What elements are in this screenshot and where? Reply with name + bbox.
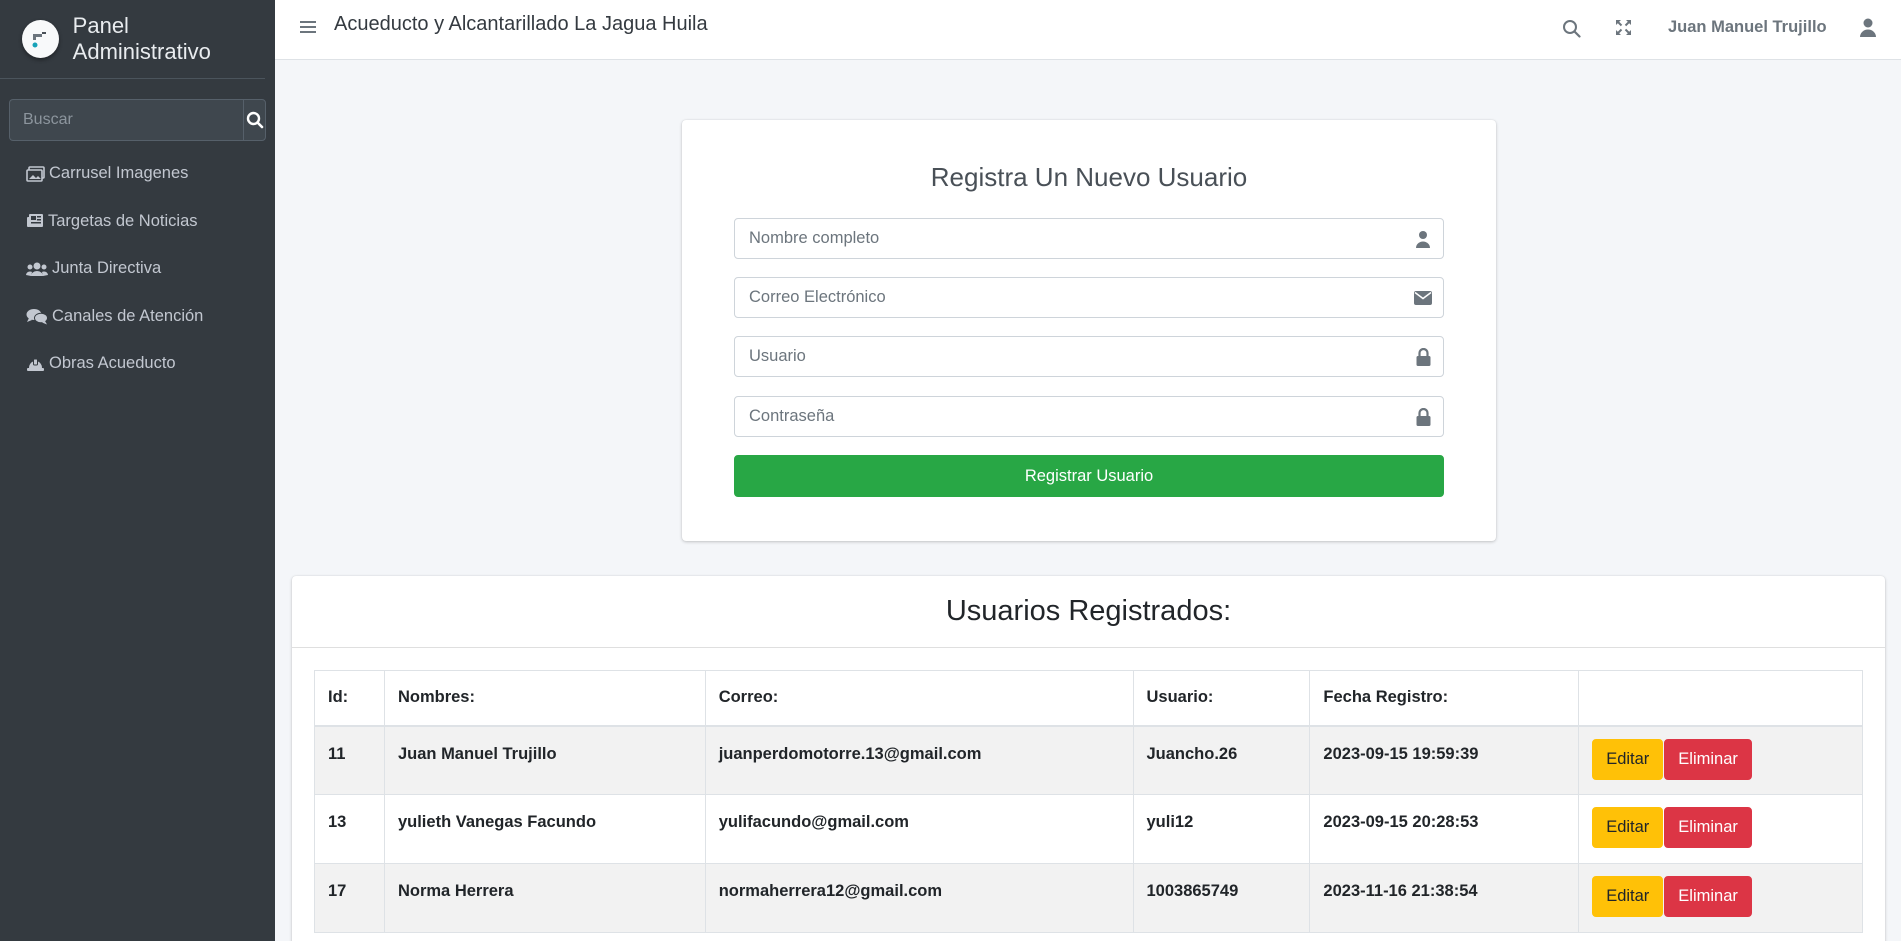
expand-icon [1616, 20, 1631, 35]
password-input[interactable] [735, 397, 1403, 436]
password-field [734, 396, 1444, 437]
user-menu-button[interactable] [1860, 18, 1876, 42]
cell-actions: Editar Eliminar [1578, 863, 1863, 933]
comments-icon [26, 308, 48, 325]
cell-user: yuli12 [1132, 794, 1311, 864]
cell-user: 1003865749 [1132, 863, 1311, 933]
hamburger-icon [300, 21, 316, 33]
cell-id: 13 [314, 794, 385, 864]
cell-date: 2023-11-16 21:38:54 [1309, 863, 1580, 933]
users-icon [26, 262, 48, 276]
fullscreen-button[interactable] [1615, 19, 1632, 41]
sidebar-item-label: Junta Directiva [52, 259, 162, 278]
full-name-field [734, 218, 1444, 259]
cell-email: yulifacundo@gmail.com [704, 794, 1134, 864]
column-header-email: Correo: [704, 670, 1134, 727]
search-icon [246, 111, 263, 129]
cell-name: yulieth Vanegas Facundo [383, 794, 706, 864]
registered-users-card: Usuarios Registrados: Id: Nombres: Corre… [292, 576, 1885, 941]
sidebar-search-input[interactable] [9, 99, 243, 141]
sidebar-item-label: Carrusel Imagenes [49, 164, 189, 183]
brand-text: Panel Administrativo [72, 13, 211, 64]
user-icon [1860, 18, 1876, 37]
sidebar-item-obras[interactable]: Obras Acueducto [0, 340, 275, 388]
lock-icon [1403, 407, 1443, 426]
sidebar: Panel Administrativo Carrusel Imagenes T… [0, 0, 275, 941]
column-header-date: Fecha Registro: [1309, 670, 1580, 727]
cell-date: 2023-09-15 19:59:39 [1309, 725, 1580, 795]
users-title: Usuarios Registrados: [292, 576, 1885, 648]
edit-button[interactable]: Editar [1592, 807, 1664, 848]
table-header-row: Id: Nombres: Correo: Usuario: Fecha Regi… [314, 670, 1863, 727]
register-title: Registra Un Nuevo Usuario [930, 162, 1248, 192]
cell-name: Norma Herrera [383, 863, 706, 933]
navbar-user-name[interactable]: Juan Manuel Trujillo [1668, 18, 1827, 37]
register-user-button[interactable]: Registrar Usuario [734, 455, 1444, 497]
column-header-user: Usuario: [1132, 670, 1311, 727]
register-user-card: Registra Un Nuevo Usuario Registrar Usua… [682, 120, 1496, 541]
navbar-search-button[interactable] [1562, 19, 1581, 43]
column-header-actions [1578, 670, 1863, 727]
top-navbar: Acueducto y Alcantarillado La Jagua Huil… [275, 0, 1901, 60]
full-name-input[interactable] [735, 219, 1403, 258]
cell-user: Juancho.26 [1132, 725, 1311, 795]
menu-toggle-button[interactable] [300, 19, 316, 40]
sidebar-item-label: Targetas de Noticias [48, 211, 198, 230]
cell-actions: Editar Eliminar [1578, 794, 1863, 864]
sidebar-search [9, 99, 266, 141]
username-field [734, 336, 1444, 377]
brand-link[interactable]: Panel Administrativo [0, 0, 265, 79]
column-header-id: Id: [314, 670, 385, 727]
email-field [734, 277, 1444, 318]
sidebar-item-label: Obras Acueducto [49, 354, 176, 373]
sidebar-item-junta[interactable]: Junta Directiva [0, 245, 275, 293]
user-icon [1403, 230, 1443, 248]
cell-email: normaherrera12@gmail.com [704, 863, 1134, 933]
cell-date: 2023-09-15 20:28:53 [1309, 794, 1580, 864]
page-title: Acueducto y Alcantarillado La Jagua Huil… [334, 13, 708, 35]
sidebar-item-canales[interactable]: Canales de Atención [0, 293, 275, 341]
delete-button[interactable]: Eliminar [1664, 807, 1752, 848]
search-icon [1563, 20, 1581, 38]
sidebar-nav: Carrusel Imagenes Targetas de Noticias J… [0, 150, 275, 388]
sidebar-search-button[interactable] [243, 99, 266, 141]
delete-button[interactable]: Eliminar [1664, 876, 1752, 917]
sidebar-item-label: Canales de Atención [52, 306, 204, 325]
table-row: 13 yulieth Vanegas Facundo yulifacundo@g… [314, 794, 1863, 864]
table-row: 11 Juan Manuel Trujillo juanperdomotorre… [314, 725, 1863, 795]
images-icon [26, 165, 45, 182]
cell-id: 11 [314, 725, 385, 795]
lock-icon [1403, 347, 1443, 366]
cell-name: Juan Manuel Trujillo [383, 725, 706, 795]
hard-hat-icon [27, 358, 44, 371]
brand-logo [22, 20, 59, 58]
newspaper-icon [27, 214, 43, 228]
sidebar-item-noticias[interactable]: Targetas de Noticias [0, 198, 275, 246]
users-table: Id: Nombres: Correo: Usuario: Fecha Regi… [314, 670, 1863, 933]
email-input[interactable] [735, 278, 1403, 317]
sidebar-item-carrusel[interactable]: Carrusel Imagenes [0, 150, 275, 198]
column-header-name: Nombres: [383, 670, 706, 727]
cell-email: juanperdomotorre.13@gmail.com [704, 725, 1134, 795]
edit-button[interactable]: Editar [1592, 738, 1664, 780]
cell-actions: Editar Eliminar [1578, 725, 1863, 795]
table-row: 17 Norma Herrera normaherrera12@gmail.co… [314, 863, 1863, 933]
delete-button[interactable]: Eliminar [1664, 738, 1752, 780]
envelope-icon [1403, 290, 1443, 305]
cell-id: 17 [314, 863, 385, 933]
username-input[interactable] [735, 337, 1403, 376]
edit-button[interactable]: Editar [1592, 876, 1664, 917]
